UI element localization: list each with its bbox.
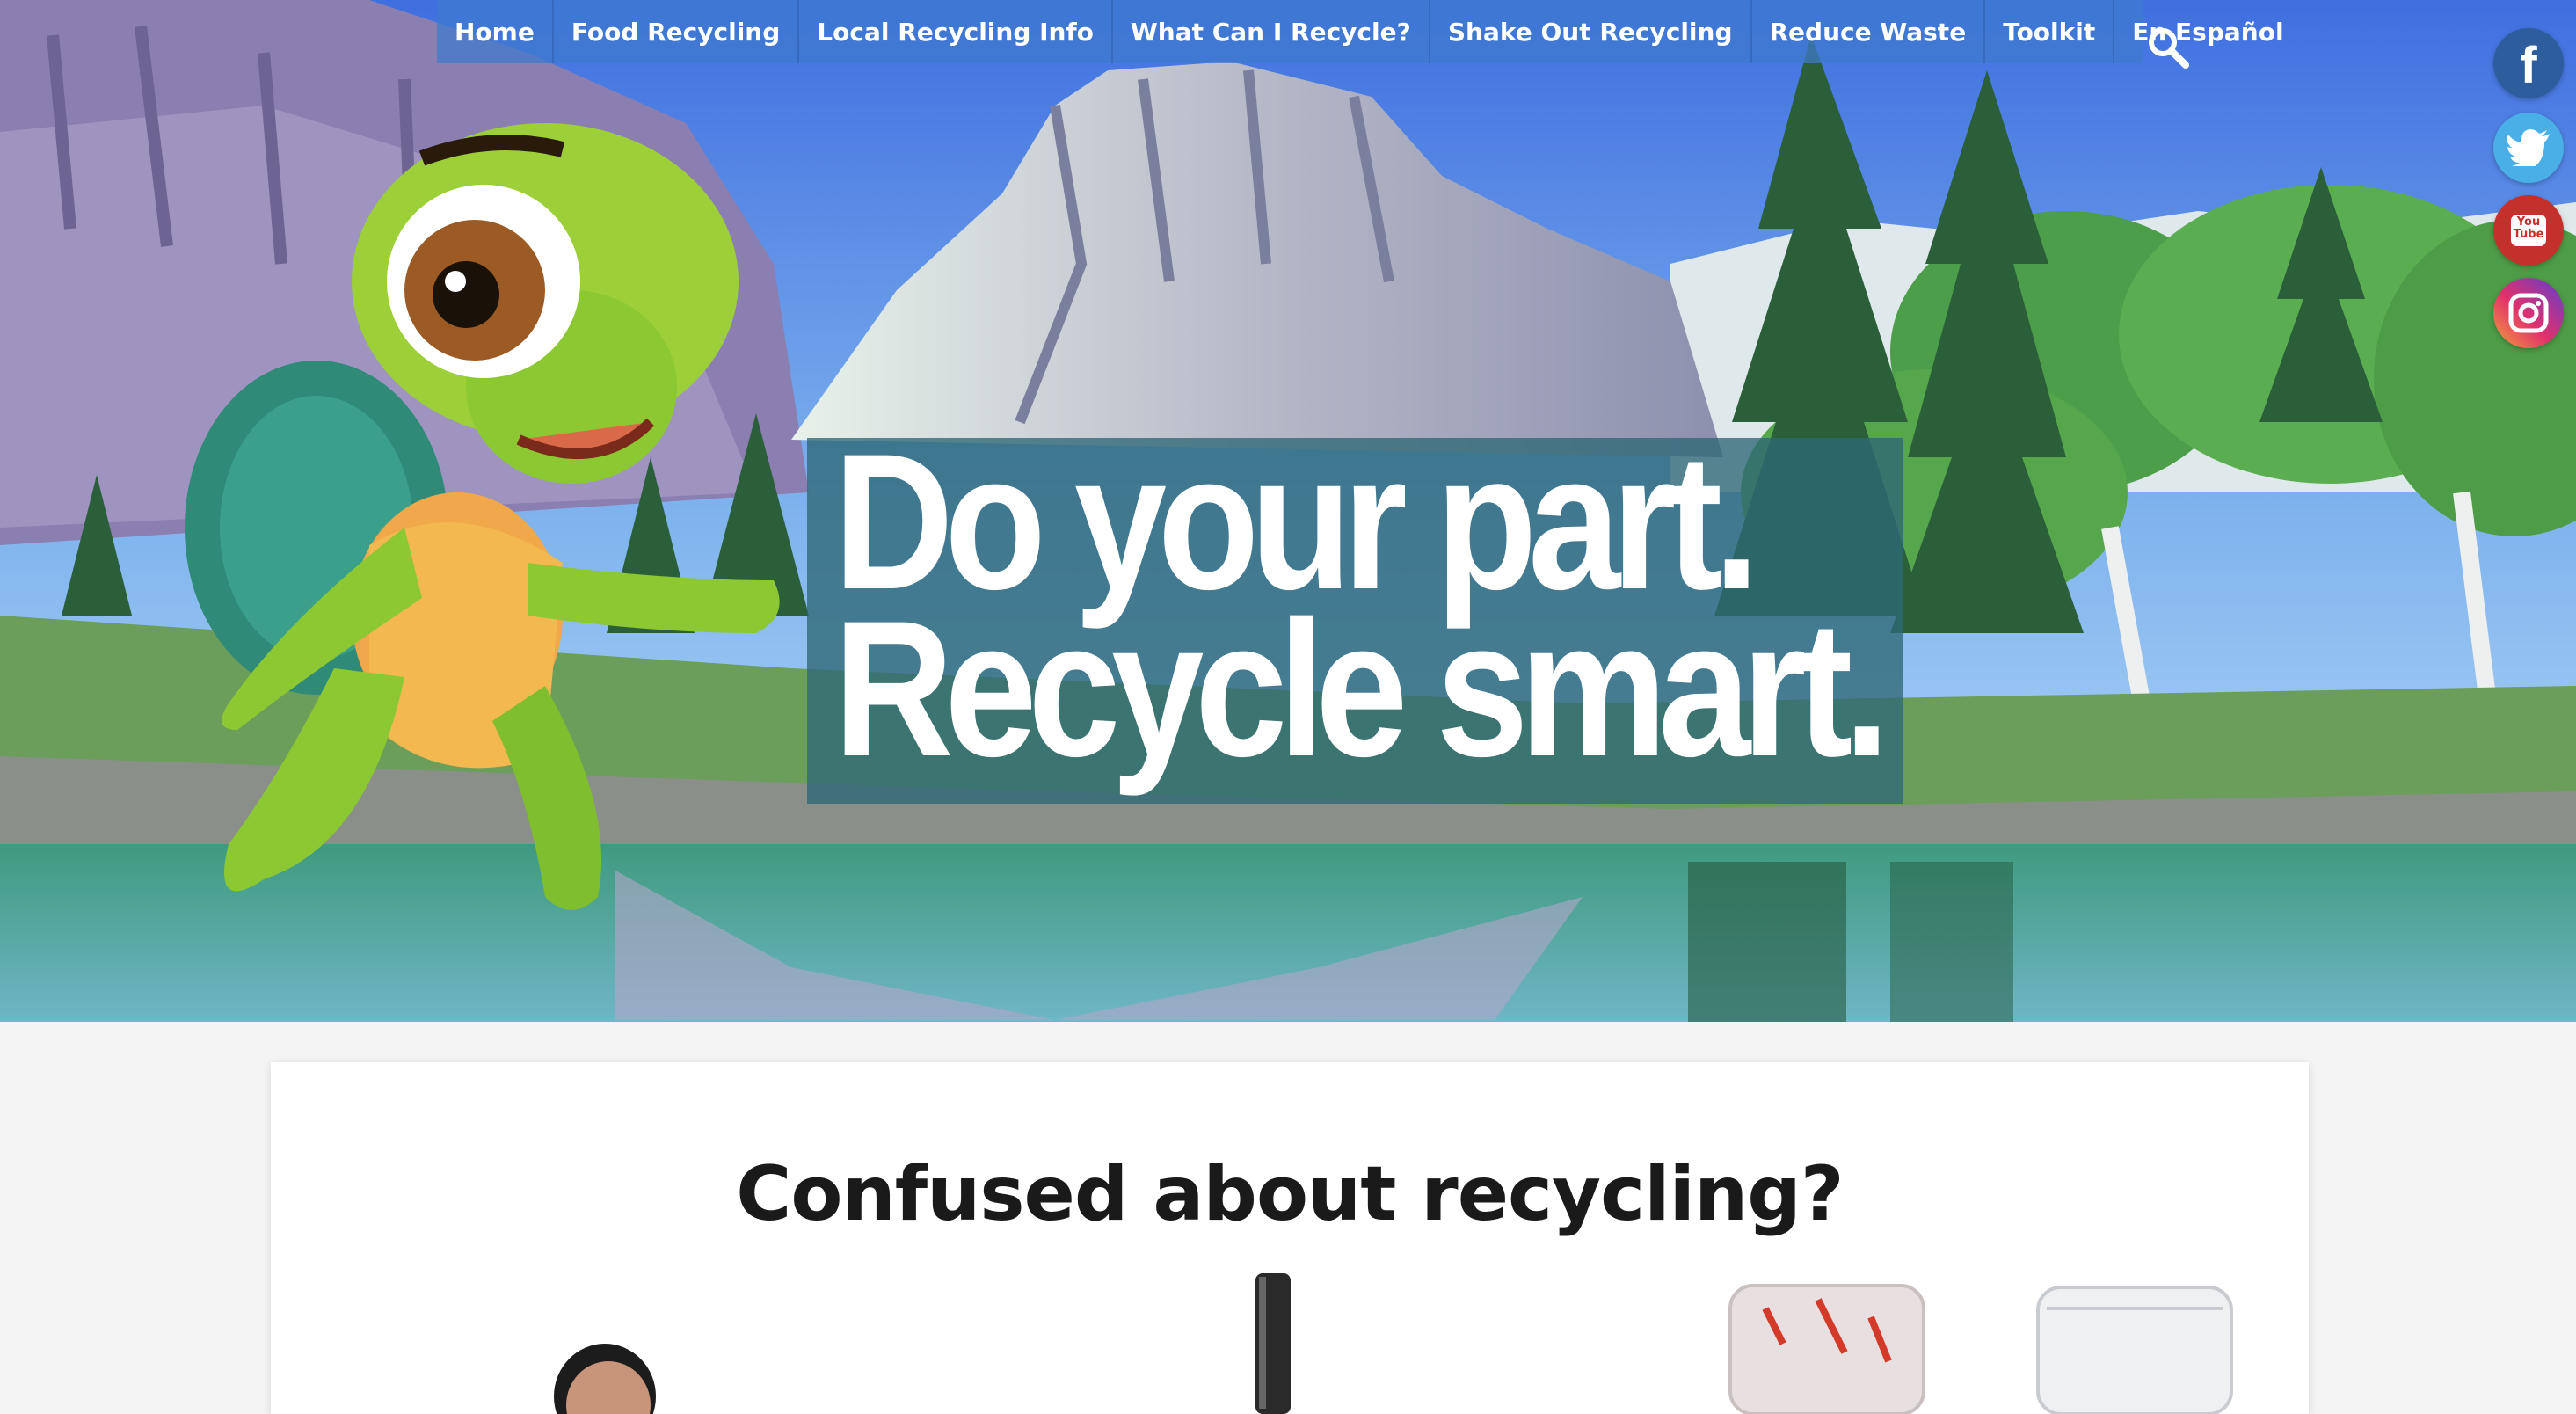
nav-item-toolkit[interactable]: Toolkit — [1985, 0, 2115, 63]
card-images-strip — [554, 1273, 2233, 1414]
nav-item-what-can-i-recycle[interactable]: What Can I Recycle? — [1113, 0, 1430, 63]
person-photo — [554, 1344, 656, 1414]
facebook-glyph: f — [2520, 37, 2537, 94]
headline-line-2: Recycle smart. — [833, 580, 1890, 797]
nav-item-reduce-waste[interactable]: Reduce Waste — [1752, 0, 1986, 63]
nav-item-local-recycling-info[interactable]: Local Recycling Info — [799, 0, 1113, 63]
nav-item-food-recycling[interactable]: Food Recycling — [554, 0, 800, 63]
nav-item-en-espanol[interactable]: En Español — [2114, 0, 2301, 63]
faucet-photo — [1255, 1273, 1291, 1414]
youtube-text-you: You — [2516, 215, 2541, 229]
section-heading: Confused about recycling? — [736, 1150, 1844, 1238]
main-navigation: Home Food Recycling Local Recycling Info… — [437, 0, 2284, 63]
facebook-icon[interactable]: f — [2493, 28, 2564, 98]
twitter-icon[interactable] — [2493, 113, 2564, 183]
search-icon[interactable] — [2145, 25, 2191, 70]
headline-banner: Do your part. Recycle smart. — [807, 425, 1903, 804]
hero-headline: Do your part. Recycle smart. — [833, 425, 1890, 797]
instagram-icon[interactable] — [2493, 278, 2564, 348]
content-card: Confused about recycling? — [271, 1062, 2309, 1414]
youtube-icon[interactable]: You Tube — [2493, 195, 2564, 266]
instagram-camera-glyph — [2508, 293, 2549, 333]
twitter-bird-glyph — [2507, 129, 2550, 166]
nav-item-home[interactable]: Home — [437, 0, 554, 63]
youtube-text-tube: Tube — [2513, 228, 2544, 241]
nav-item-shake-out-recycling[interactable]: Shake Out Recycling — [1430, 0, 1752, 63]
hero-banner: Do your part. Recycle smart. — [0, 0, 2576, 1022]
jar-dirty-photo — [1728, 1284, 1925, 1414]
youtube-glyph: You Tube — [2511, 215, 2546, 246]
jar-clean-photo — [2036, 1286, 2233, 1414]
